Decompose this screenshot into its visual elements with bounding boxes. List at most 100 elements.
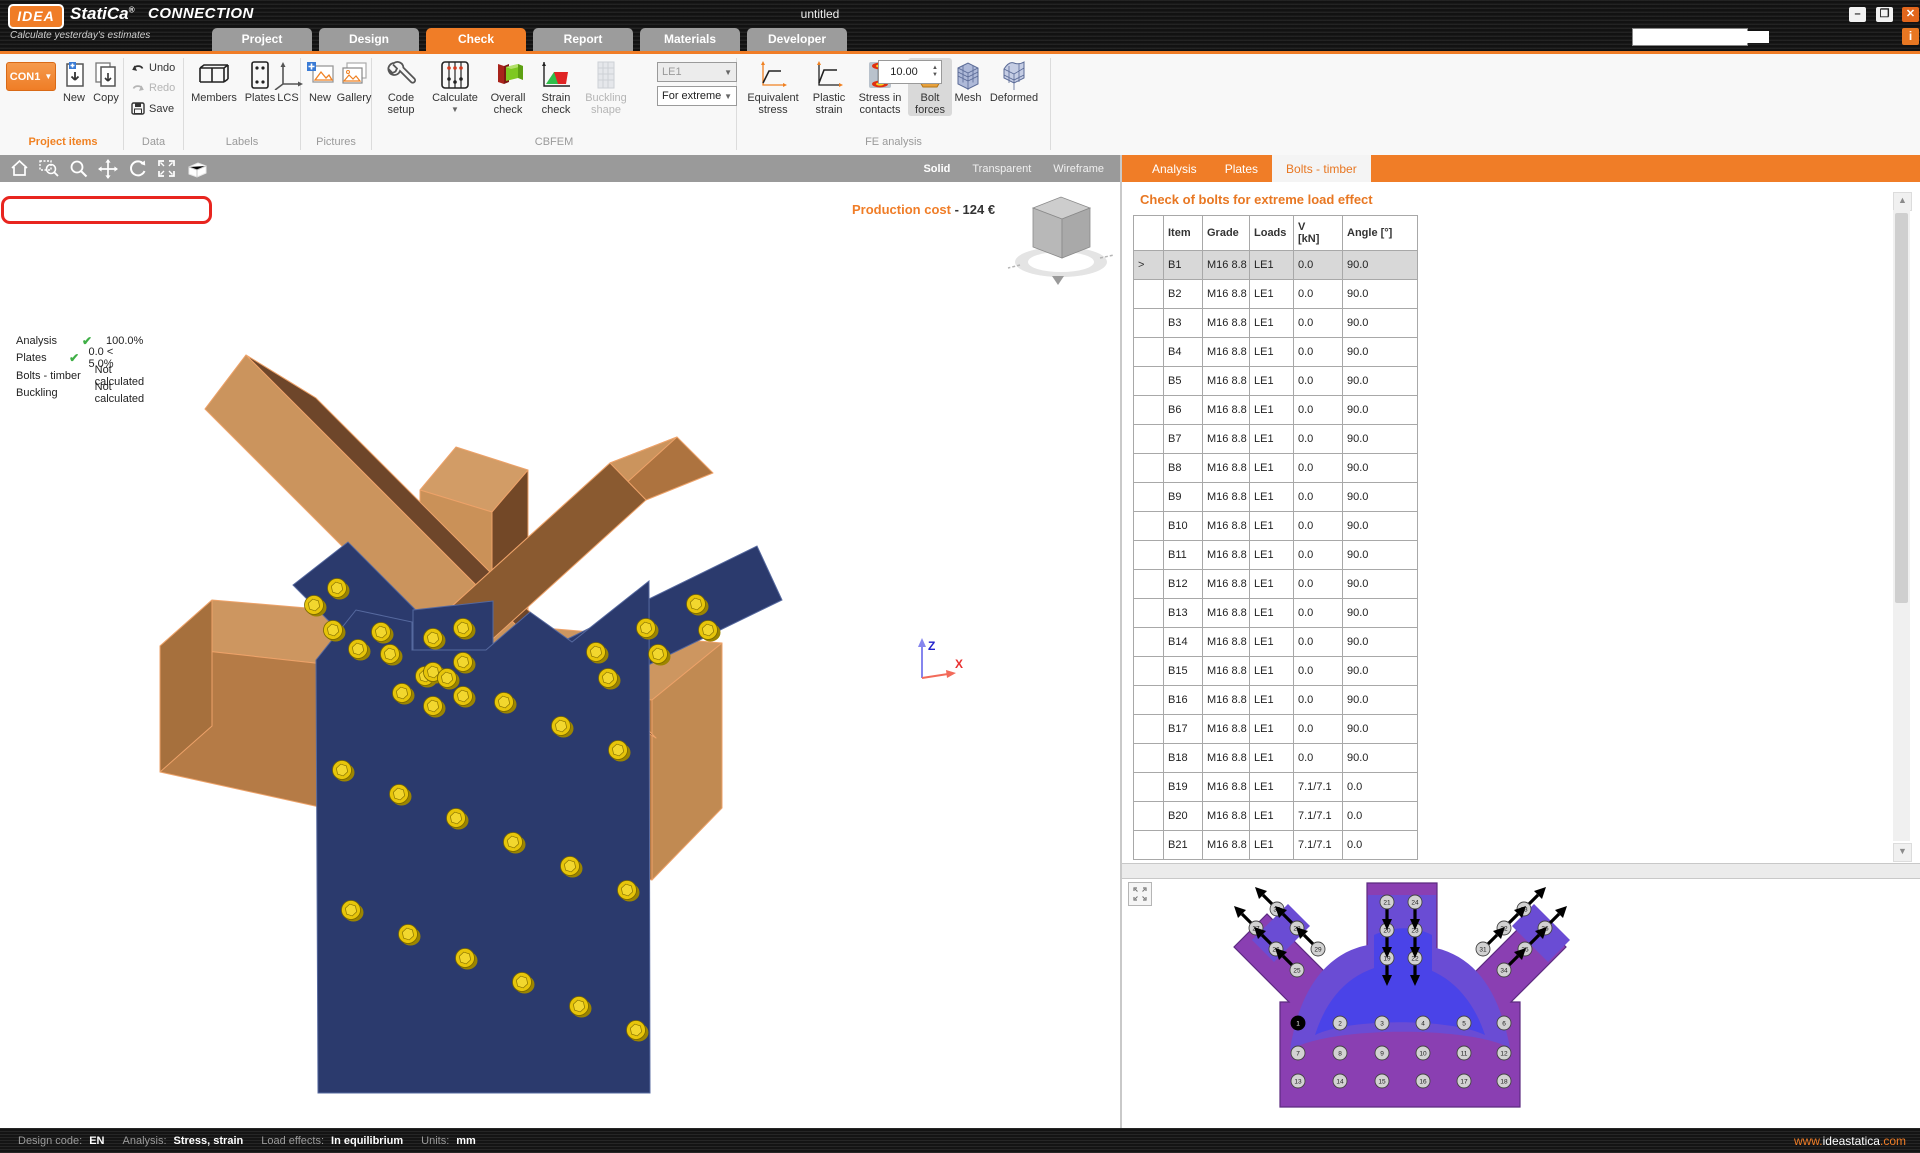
home-view-icon[interactable]	[10, 159, 29, 178]
table-row[interactable]: B10M16 8.8LE10.090.0	[1134, 512, 1418, 541]
solid-view-icon[interactable]	[186, 160, 208, 178]
table-row[interactable]: B7M16 8.8LE10.090.0	[1134, 425, 1418, 454]
table-cell: M16 8.8	[1203, 512, 1250, 541]
zoom-window-icon[interactable]	[39, 159, 59, 178]
extreme-dropdown[interactable]: For extreme▼	[657, 86, 737, 106]
table-row[interactable]: B9M16 8.8LE10.090.0	[1134, 483, 1418, 512]
minimize-button[interactable]: –	[1849, 7, 1866, 22]
scrollbar-down-button[interactable]: ▼	[1893, 843, 1912, 862]
expand-view-button[interactable]	[1128, 882, 1152, 906]
plate-bolt-forces-2d-view[interactable]: 1234567891011121314151617181922202321243…	[1225, 875, 1585, 1120]
navigation-cube[interactable]	[1008, 197, 1114, 285]
tab-design[interactable]: Design	[319, 28, 419, 51]
redo-button[interactable]: Redo	[131, 82, 175, 94]
header-v[interactable]: V[kN]	[1294, 216, 1343, 251]
tab-materials[interactable]: Materials	[640, 28, 740, 51]
mode-wireframe[interactable]: Wireframe	[1053, 163, 1104, 175]
calculate-button[interactable]: Calculate ▼	[428, 58, 482, 116]
table-row[interactable]: B12M16 8.8LE10.090.0	[1134, 570, 1418, 599]
load-case-dropdown[interactable]: LE1▼	[657, 62, 737, 82]
info-button[interactable]: i	[1902, 28, 1919, 45]
table-row[interactable]: B20M16 8.8LE17.1/7.10.0	[1134, 802, 1418, 831]
table-row[interactable]: B3M16 8.8LE10.090.0	[1134, 309, 1418, 338]
table-row[interactable]: B11M16 8.8LE10.090.0	[1134, 541, 1418, 570]
undo-icon	[131, 62, 145, 74]
search-box[interactable]	[1632, 28, 1748, 46]
table-cell: B4	[1164, 338, 1203, 367]
table-row[interactable]: B19M16 8.8LE17.1/7.10.0	[1134, 773, 1418, 802]
mode-transparent[interactable]: Transparent	[972, 163, 1031, 175]
table-cell	[1134, 599, 1164, 628]
copy-project-item-button[interactable]: Copy	[90, 58, 122, 104]
rotate-icon[interactable]	[128, 159, 147, 178]
production-cost-value: 124 €	[963, 202, 996, 217]
tab-plates[interactable]: Plates	[1211, 155, 1272, 182]
table-cell: 90.0	[1343, 541, 1418, 570]
table-row[interactable]: B13M16 8.8LE10.090.0	[1134, 599, 1418, 628]
gallery-button[interactable]: Gallery	[335, 58, 373, 104]
members-button[interactable]: Members	[188, 58, 240, 104]
scrollbar-thumb[interactable]	[1895, 213, 1908, 603]
search-input[interactable]	[1633, 31, 1769, 43]
table-cell: LE1	[1250, 773, 1294, 802]
header-angle[interactable]: Angle [°]	[1343, 216, 1418, 251]
table-row[interactable]: B17M16 8.8LE10.090.0	[1134, 715, 1418, 744]
table-row[interactable]: B6M16 8.8LE10.090.0	[1134, 396, 1418, 425]
deformation-scale-spinner[interactable]: 10.00 ▲▼	[878, 60, 942, 84]
con1-project-item-button[interactable]: CON1▼	[6, 62, 56, 91]
close-button[interactable]: ✕	[1902, 7, 1919, 22]
panel-divider[interactable]	[1120, 155, 1122, 1128]
table-row[interactable]: B8M16 8.8LE10.090.0	[1134, 454, 1418, 483]
code-setup-button[interactable]: Code setup	[377, 58, 425, 116]
table-cell: 90.0	[1343, 425, 1418, 454]
viewport-3d[interactable]: Z X	[0, 182, 1120, 1128]
button-label: Undo	[149, 62, 175, 74]
overall-check-button[interactable]: Overall check	[484, 58, 532, 116]
svg-text:13: 13	[1294, 1078, 1302, 1085]
table-cell: 0.0	[1294, 251, 1343, 280]
tab-check[interactable]: Check	[426, 28, 526, 51]
new-project-item-button[interactable]: New	[58, 58, 90, 104]
zoom-fit-icon[interactable]	[157, 159, 176, 178]
zoom-icon[interactable]	[69, 159, 88, 178]
strain-check-button[interactable]: Strain check	[534, 58, 578, 116]
mesh-button[interactable]: Mesh	[950, 58, 986, 104]
buckling-shape-button[interactable]: Buckling shape	[580, 58, 632, 116]
tab-developer[interactable]: Developer	[747, 28, 847, 51]
table-row[interactable]: B15M16 8.8LE10.090.0	[1134, 657, 1418, 686]
maximize-button[interactable]: ❐	[1876, 7, 1893, 22]
undo-button[interactable]: Undo	[131, 62, 175, 74]
scrollbar-up-button[interactable]: ▲	[1893, 192, 1912, 211]
tab-project[interactable]: Project	[212, 28, 312, 51]
table-cell: B1	[1164, 251, 1203, 280]
table-row[interactable]: B16M16 8.8LE10.090.0	[1134, 686, 1418, 715]
mode-solid[interactable]: Solid	[923, 163, 950, 175]
table-row[interactable]: B21M16 8.8LE17.1/7.10.0	[1134, 831, 1418, 860]
table-row[interactable]: >B1M16 8.8LE10.090.0	[1134, 251, 1418, 280]
table-row[interactable]: B2M16 8.8LE10.090.0	[1134, 280, 1418, 309]
lcs-button[interactable]: LCS	[278, 58, 298, 104]
calculate-dropdown-arrow[interactable]: ▼	[451, 104, 459, 116]
spinner-up-icon[interactable]: ▲	[932, 65, 938, 72]
website-link[interactable]: www.ideastatica.com	[1794, 1134, 1906, 1148]
table-cell: M16 8.8	[1203, 599, 1250, 628]
table-cell: 90.0	[1343, 599, 1418, 628]
tab-report[interactable]: Report	[533, 28, 633, 51]
table-row[interactable]: B14M16 8.8LE10.090.0	[1134, 628, 1418, 657]
table-row[interactable]: B18M16 8.8LE10.090.0	[1134, 744, 1418, 773]
pan-icon[interactable]	[98, 159, 118, 179]
header-grade[interactable]: Grade	[1203, 216, 1250, 251]
table-row[interactable]: B4M16 8.8LE10.090.0	[1134, 338, 1418, 367]
plastic-strain-button[interactable]: Plastic strain	[806, 58, 852, 116]
tab-bolts-timber[interactable]: Bolts - timber	[1272, 155, 1371, 182]
new-picture-button[interactable]: New	[305, 58, 335, 104]
deformed-button[interactable]: Deformed	[988, 58, 1040, 104]
equivalent-stress-button[interactable]: Equivalent stress	[744, 58, 802, 116]
spinner-down-icon[interactable]: ▼	[932, 72, 938, 79]
header-item[interactable]: Item	[1164, 216, 1203, 251]
save-button[interactable]: Save	[131, 102, 174, 115]
tab-analysis[interactable]: Analysis	[1138, 155, 1211, 182]
table-row[interactable]: B5M16 8.8LE10.090.0	[1134, 367, 1418, 396]
header-loads[interactable]: Loads	[1250, 216, 1294, 251]
table-cell: M16 8.8	[1203, 744, 1250, 773]
